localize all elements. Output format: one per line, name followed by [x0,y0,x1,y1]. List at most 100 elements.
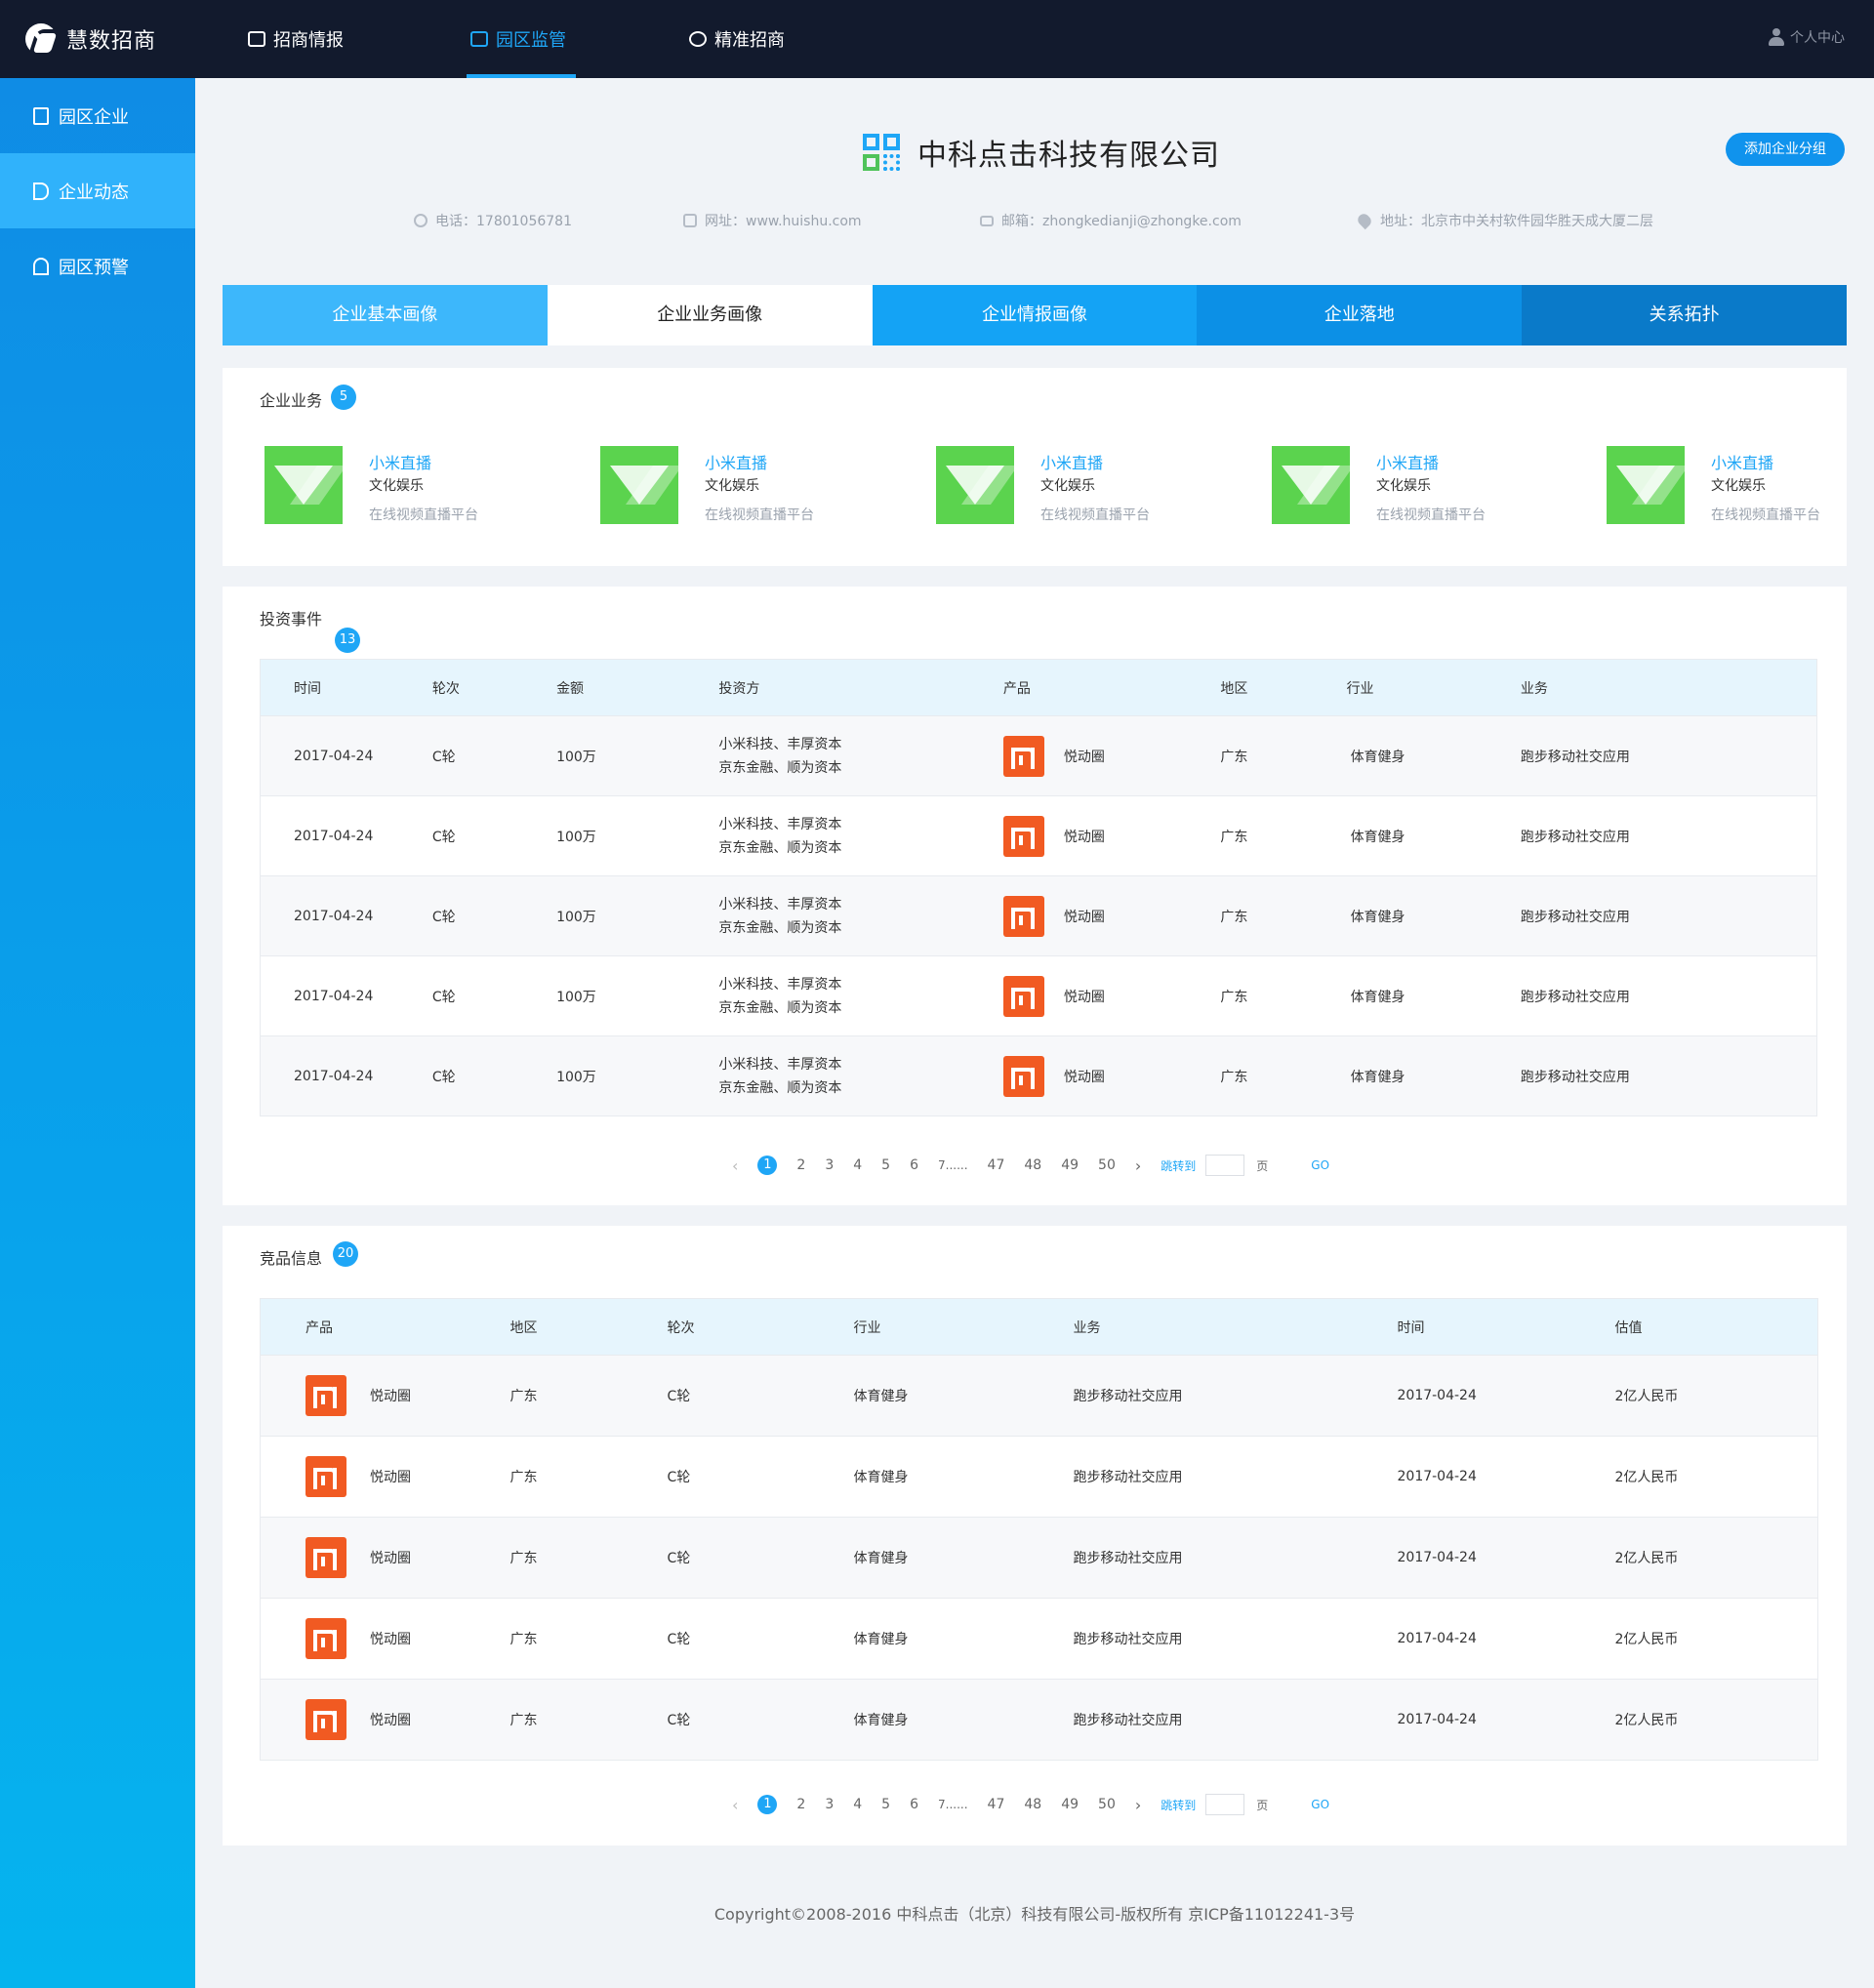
next-page-button[interactable]: › [1135,1156,1141,1175]
page-link[interactable]: 49 [1061,1157,1079,1173]
page-link[interactable]: 2 [796,1797,805,1812]
column-header[interactable]: 地区 [1220,659,1347,716]
column-header[interactable]: 产品 [260,1298,510,1356]
page-link[interactable]: 5 [881,1157,890,1173]
investors-line: 小米科技、丰厚资本 [718,1056,842,1073]
column-header[interactable]: 行业 [853,1298,1074,1356]
column-header[interactable]: 金额 [556,659,719,716]
business-desc: 在线视频直播平台 [1040,507,1150,523]
cell-product[interactable]: 悦动圈 [1002,1035,1221,1116]
business-name[interactable]: 小米直播 [1376,450,1439,473]
sidebar-item-company-news[interactable]: 企业动态 [0,153,195,228]
table-row[interactable]: 悦动圈 广东 C轮 体育健身 跑步移动社交应用 2017-04-24 2亿人民币 [260,1679,1818,1761]
column-header[interactable]: 估值 [1614,1298,1818,1356]
investors-line: 京东金融、顺为资本 [718,839,842,856]
page-current[interactable]: 1 [757,1795,778,1814]
cell-product[interactable]: 悦动圈 [260,1355,510,1437]
column-header[interactable]: 业务 [1520,659,1817,716]
page-link[interactable]: 2 [796,1157,805,1173]
investment-count-badge: 13 [335,628,360,653]
app-logo[interactable]: 慧数招商 [25,20,156,59]
business-item[interactable]: 小米直播 文化娱乐 在线视频直播平台 [1272,446,1584,526]
cell-product[interactable]: 悦动圈 [260,1598,510,1680]
prev-page-button[interactable]: ‹ [732,1796,738,1814]
cell-product[interactable]: 悦动圈 [260,1679,510,1761]
table-row[interactable]: 2017-04-24 C轮 100万 小米科技、丰厚资本 京东金融、顺为资本 悦动… [260,955,1817,1036]
table-row[interactable]: 2017-04-24 C轮 100万 小米科技、丰厚资本 京东金融、顺为资本 悦动… [260,795,1817,876]
jump-page-input[interactable] [1205,1794,1245,1815]
table-row[interactable]: 2017-04-24 C轮 100万 小米科技、丰厚资本 京东金融、顺为资本 悦动… [260,715,1817,796]
column-header[interactable]: 投资方 [718,659,1003,716]
tab-landing[interactable]: 企业落地 [1197,285,1523,345]
product-name: 悦动圈 [370,1713,411,1728]
business-item[interactable]: 小米直播 文化娱乐 在线视频直播平台 [600,446,913,526]
table-row[interactable]: 悦动圈 广东 C轮 体育健身 跑步移动社交应用 2017-04-24 2亿人民币 [260,1598,1818,1680]
page-link[interactable]: 3 [825,1797,834,1812]
business-name[interactable]: 小米直播 [369,450,431,473]
jump-label: 跳转到 [1161,1798,1197,1812]
page-link[interactable]: 49 [1061,1797,1079,1812]
page-ellipsis[interactable]: 7...... [938,1798,968,1811]
business-name[interactable]: 小米直播 [1040,450,1103,473]
cell-product[interactable]: 悦动圈 [1002,795,1221,876]
user-center[interactable]: 个人中心 [1769,27,1845,47]
page-link[interactable]: 48 [1024,1157,1041,1173]
column-header[interactable]: 业务 [1073,1298,1398,1356]
page-current[interactable]: 1 [757,1156,778,1175]
cell-product[interactable]: 悦动圈 [260,1517,510,1599]
business-card: 企业业务 5 小米直播 文化娱乐 在线视频直播平台 小米直播 文化娱乐 在线视频… [223,368,1847,566]
column-header[interactable]: 地区 [509,1298,668,1356]
tab-relation-topology[interactable]: 关系拓扑 [1522,285,1847,345]
page-link[interactable]: 48 [1024,1797,1041,1812]
page-ellipsis[interactable]: 7...... [938,1158,968,1172]
topnav-item-intel[interactable]: 招商情报 [248,0,344,78]
tab-basic-profile[interactable]: 企业基本画像 [223,285,548,345]
website-text[interactable]: 网址：www.huishu.com [705,211,862,230]
jump-page-input[interactable] [1205,1155,1245,1176]
page-link[interactable]: 47 [988,1797,1005,1812]
page-link[interactable]: 50 [1098,1157,1116,1173]
sidebar-item-park-companies[interactable]: 园区企业 [0,78,195,153]
table-row[interactable]: 2017-04-24 C轮 100万 小米科技、丰厚资本 京东金融、顺为资本 悦动… [260,875,1817,956]
topnav-item-park-supervision[interactable]: 园区监管 [467,0,576,78]
go-button[interactable]: GO [1311,1798,1329,1811]
cell-product[interactable]: 悦动圈 [1002,875,1221,956]
table-row[interactable]: 悦动圈 广东 C轮 体育健身 跑步移动社交应用 2017-04-24 2亿人民币 [260,1436,1818,1518]
business-item[interactable]: 小米直播 文化娱乐 在线视频直播平台 [936,446,1248,526]
column-header[interactable]: 时间 [1397,1298,1615,1356]
business-name[interactable]: 小米直播 [1711,450,1773,473]
tab-intel-profile[interactable]: 企业情报画像 [872,285,1198,345]
column-header[interactable]: 轮次 [431,659,557,716]
table-row[interactable]: 悦动圈 广东 C轮 体育健身 跑步移动社交应用 2017-04-24 2亿人民币 [260,1355,1818,1437]
page-link[interactable]: 6 [910,1797,918,1812]
page-link[interactable]: 3 [825,1157,834,1173]
column-header[interactable]: 产品 [1002,659,1221,716]
email-text[interactable]: 邮箱：zhongkedianji@zhongke.com [1001,211,1242,230]
topnav-item-precise[interactable]: 精准招商 [689,0,785,78]
page-link[interactable]: 5 [881,1797,890,1812]
go-button[interactable]: GO [1311,1158,1329,1172]
column-header[interactable]: 轮次 [667,1298,854,1356]
tab-business-profile[interactable]: 企业业务画像 [547,285,873,345]
sidebar-item-park-alert[interactable]: 园区预警 [0,228,195,304]
page-link[interactable]: 50 [1098,1797,1116,1812]
table-row[interactable]: 悦动圈 广东 C轮 体育健身 跑步移动社交应用 2017-04-24 2亿人民币 [260,1517,1818,1599]
page-link[interactable]: 4 [853,1797,862,1812]
next-page-button[interactable]: › [1135,1796,1141,1814]
product-name: 悦动圈 [1063,749,1105,765]
cell-product[interactable]: 悦动圈 [260,1436,510,1518]
column-header[interactable]: 行业 [1346,659,1521,716]
business-item[interactable]: 小米直播 文化娱乐 在线视频直播平台 [265,446,577,526]
prev-page-button[interactable]: ‹ [732,1156,738,1175]
cell-product[interactable]: 悦动圈 [1002,955,1221,1036]
business-name[interactable]: 小米直播 [705,450,767,473]
cell-product[interactable]: 悦动圈 [1002,715,1221,796]
add-group-button[interactable]: 添加企业分组 [1726,133,1845,166]
page-link[interactable]: 4 [853,1157,862,1173]
business-item[interactable]: 小米直播 文化娱乐 在线视频直播平台 [1607,446,1841,526]
cell-amount: 100万 [556,715,719,796]
table-row[interactable]: 2017-04-24 C轮 100万 小米科技、丰厚资本 京东金融、顺为资本 悦动… [260,1035,1817,1116]
page-link[interactable]: 47 [988,1157,1005,1173]
column-header[interactable]: 时间 [260,659,432,716]
page-link[interactable]: 6 [910,1157,918,1173]
